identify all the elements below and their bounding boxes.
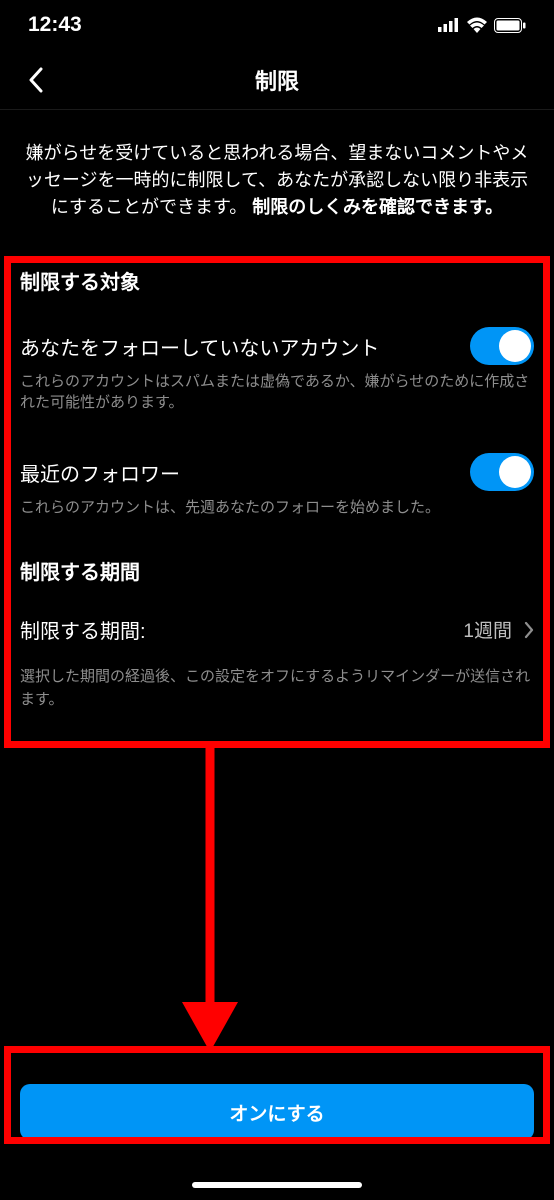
toggle-row-label: 最近のフォロワー: [20, 458, 180, 487]
toggle-row-label: あなたをフォローしていないアカウント: [20, 332, 379, 361]
section-title-duration: 制限する期間: [20, 536, 534, 595]
toggle-row-sub: これらのアカウントはスパムまたは虚偽であるか、嫌がらせのために作成された可能性が…: [20, 365, 534, 431]
duration-row[interactable]: 制限する期間: 1週間: [20, 595, 534, 660]
turn-on-button[interactable]: オンにする: [20, 1084, 534, 1140]
battery-icon: [494, 18, 526, 33]
header: 制限: [0, 50, 554, 110]
duration-note: 選択した期間の経過後、この設定をオフにするようリマインダーが送信されます。: [20, 660, 534, 717]
description: 嫌がらせを受けていると思われる場合、望まないコメントやメッセージを一時的に制限し…: [0, 110, 554, 246]
restrict-targets-section: 制限する対象 あなたをフォローしていないアカウント これらのアカウントはスパムま…: [0, 246, 554, 717]
turn-on-button-label: オンにする: [229, 1099, 324, 1126]
status-bar: 12:43: [0, 0, 554, 50]
toggle-non-followers[interactable]: [470, 327, 534, 365]
annotation-arrow-icon: [160, 746, 260, 1056]
duration-label: 制限する期間:: [20, 615, 146, 644]
cellular-signal-icon: [438, 18, 460, 32]
toggle-recent-followers[interactable]: [470, 453, 534, 491]
description-link[interactable]: 制限のしくみを確認できます。: [252, 197, 503, 217]
toggle-row-sub: これらのアカウントは、先週あなたのフォローを始めました。: [20, 491, 534, 536]
page-title: 制限: [255, 64, 299, 96]
status-time: 12:43: [28, 13, 82, 37]
home-indicator[interactable]: [192, 1182, 362, 1188]
toggle-row-recent-followers: 最近のフォロワー: [20, 431, 534, 491]
wifi-icon: [466, 17, 488, 33]
section-title-targets: 制限する対象: [20, 246, 534, 305]
duration-value-wrap: 1週間: [463, 616, 534, 643]
toggle-row-non-followers: あなたをフォローしていないアカウント: [20, 305, 534, 365]
status-indicators: [438, 17, 526, 33]
chevron-right-icon: [524, 621, 534, 639]
duration-value: 1週間: [463, 616, 512, 643]
chevron-left-icon: [28, 67, 43, 93]
back-button[interactable]: [20, 65, 50, 95]
